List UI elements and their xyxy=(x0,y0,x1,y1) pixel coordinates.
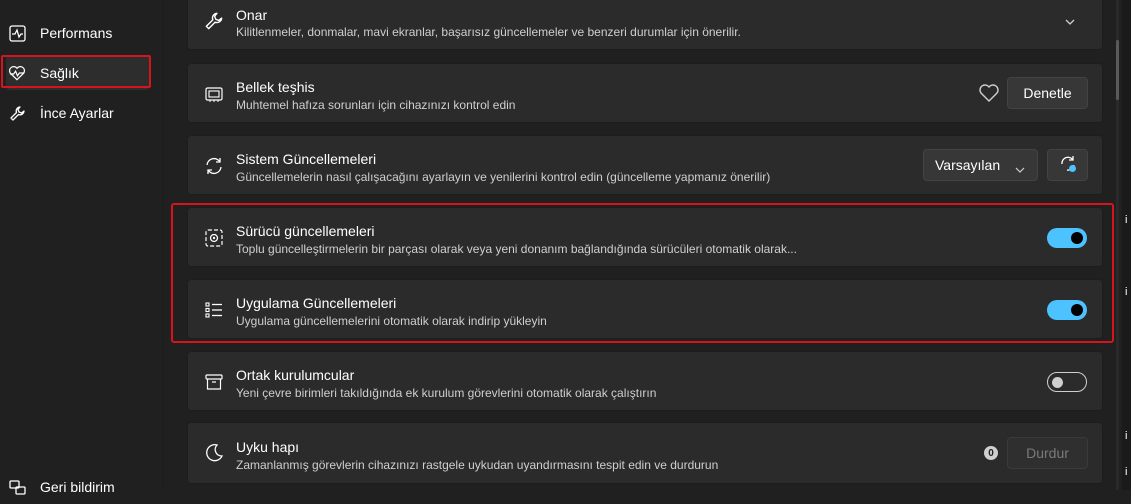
card-title: Ortak kurulumcular xyxy=(236,367,355,383)
sidebar-item-performans[interactable]: Performans xyxy=(6,16,150,50)
card-title: Onar xyxy=(236,7,268,23)
wrench-icon xyxy=(203,10,225,32)
memory-chip-icon xyxy=(203,83,225,105)
heart-icon[interactable] xyxy=(978,83,1000,108)
dropdown-value: Varsayılan xyxy=(935,157,1001,173)
moon-icon xyxy=(203,442,225,464)
annotation-highlight-updates xyxy=(171,203,1114,343)
adjacent-window-edge xyxy=(1122,0,1131,490)
card-onar[interactable]: Onar Kilitlenmeler, donmalar, mavi ekran… xyxy=(187,0,1103,50)
edge-fragment: i xyxy=(1125,430,1128,442)
edge-fragment: i xyxy=(1125,286,1128,298)
sidebar-item-label: Geri bildirim xyxy=(40,479,115,495)
card-description: Zamanlanmış görevlerin cihazınızı rastge… xyxy=(236,458,719,472)
sidebar-item-geri-bildirim[interactable]: Geri bildirim xyxy=(6,470,150,504)
card-description: Muhtemel hafıza sorunları için cihazınız… xyxy=(236,98,516,112)
annotation-highlight-saglik xyxy=(1,55,151,88)
denetle-button[interactable]: Denetle xyxy=(1007,77,1088,109)
card-bellek-teshis: Bellek teşhis Muhtemel hafıza sorunları … xyxy=(187,63,1103,123)
chevron-down-icon xyxy=(1015,161,1025,177)
toggle-knob xyxy=(1052,377,1063,388)
update-mode-dropdown[interactable]: Varsayılan xyxy=(923,149,1038,181)
co-installers-toggle[interactable] xyxy=(1047,372,1087,392)
card-sistem-guncellemeleri: Sistem Güncellemeleri Güncellemelerin na… xyxy=(187,135,1103,195)
card-description: Kilitlenmeler, donmalar, mavi ekranlar, … xyxy=(236,25,741,39)
edge-fragment: i xyxy=(1125,466,1128,478)
card-description: Güncellemelerin nasıl çalışacağını ayarl… xyxy=(236,170,771,184)
wrench-icon xyxy=(8,104,26,122)
edge-fragment: i xyxy=(1125,214,1128,226)
card-uyku-hapi: Uyku hapı Zamanlanmış görevlerin cihazın… xyxy=(187,422,1103,484)
sidebar-item-label: İnce Ayarlar xyxy=(40,105,114,121)
card-title: Sistem Güncellemeleri xyxy=(236,151,377,167)
card-ortak-kurulumcular: Ortak kurulumcular Yeni çevre birimleri … xyxy=(187,351,1103,411)
card-title: Bellek teşhis xyxy=(236,79,315,95)
sync-icon xyxy=(203,155,225,177)
durdur-button[interactable]: Durdur xyxy=(1007,437,1088,469)
feedback-icon xyxy=(8,478,26,496)
archive-box-icon xyxy=(203,371,225,393)
count-badge: 0 xyxy=(984,446,998,460)
pane-divider xyxy=(163,0,164,490)
card-description: Yeni çevre birimleri takıldığında ek kur… xyxy=(236,386,657,400)
sidebar-item-ince-ayarlar[interactable]: İnce Ayarlar xyxy=(6,96,150,130)
chevron-down-icon[interactable] xyxy=(1064,13,1076,31)
refresh-update-icon xyxy=(1058,154,1078,177)
card-title: Uyku hapı xyxy=(236,439,300,455)
check-updates-button[interactable] xyxy=(1047,149,1088,181)
sidebar-item-label: Performans xyxy=(40,25,113,41)
activity-icon xyxy=(8,24,26,42)
scrollbar-thumb[interactable] xyxy=(1116,40,1119,100)
